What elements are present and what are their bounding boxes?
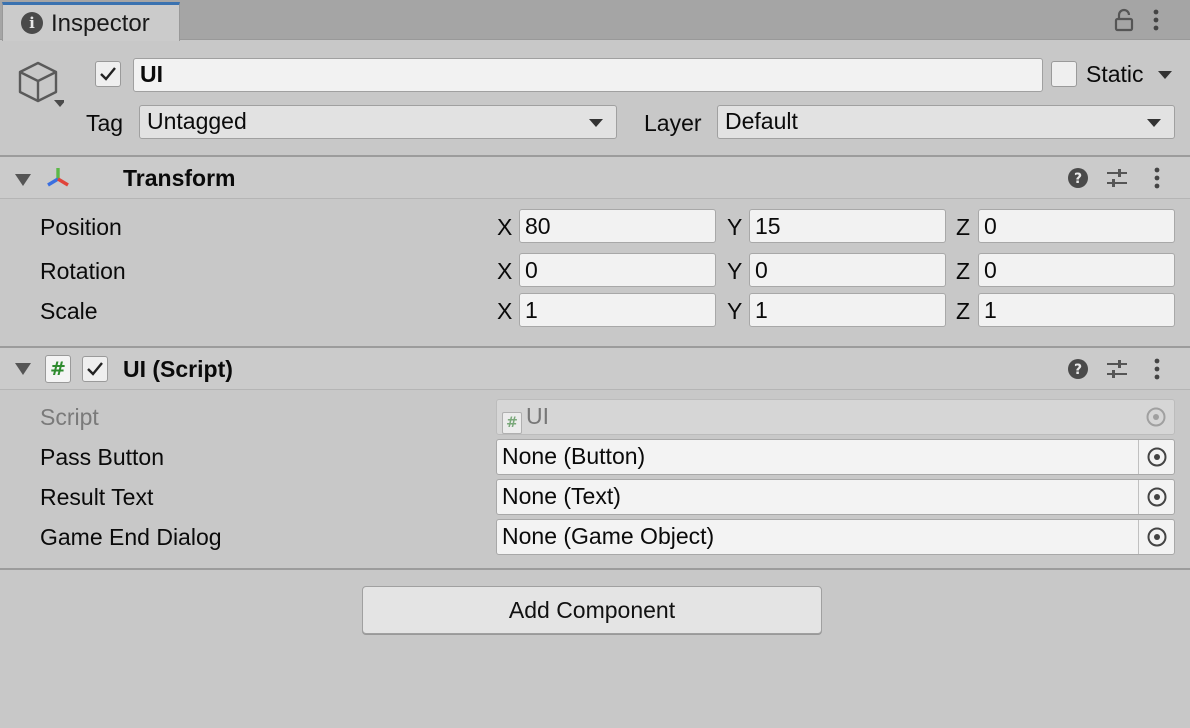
static-label: Static [1086, 61, 1144, 87]
rotation-y-input[interactable]: 0 [749, 253, 946, 287]
script-enabled-checkbox[interactable] [82, 356, 108, 382]
target-picker-icon [1147, 487, 1167, 507]
static-dropdown-arrow-icon[interactable] [1157, 70, 1173, 80]
script-hash-icon: # [45, 355, 71, 383]
active-checkbox[interactable] [95, 61, 121, 87]
target-picker-icon [1147, 527, 1167, 547]
object-name-input[interactable]: UI [133, 58, 1043, 92]
target-picker-icon [1146, 407, 1166, 427]
script-field: # UI [496, 399, 1175, 435]
game-end-dialog-value: None (Game Object) [502, 523, 715, 549]
axis-z-label[interactable]: Z [956, 214, 970, 241]
add-component-button[interactable]: Add Component [362, 586, 822, 634]
layer-value: Default [725, 108, 798, 134]
game-end-dialog-field[interactable]: None (Game Object) [496, 519, 1175, 555]
position-x-input[interactable]: 80 [519, 209, 716, 243]
script-component-title: UI (Script) [123, 356, 233, 382]
axis-x-label[interactable]: X [497, 214, 512, 241]
object-picker [1138, 400, 1174, 434]
gameobject-cube-icon[interactable] [12, 58, 64, 114]
scale-x-input[interactable]: 1 [519, 293, 716, 327]
pass-button-label: Pass Button [40, 444, 165, 470]
axis-x-label[interactable]: X [497, 298, 512, 325]
game-end-dialog-label: Game End Dialog [40, 524, 222, 550]
position-z-input[interactable]: 0 [978, 209, 1175, 243]
pass-button-value: None (Button) [502, 443, 646, 469]
preset-sliders-icon[interactable] [1106, 358, 1128, 380]
position-y-input[interactable]: 15 [749, 209, 946, 243]
target-picker-icon [1147, 447, 1167, 467]
axis-x-label[interactable]: X [497, 258, 512, 285]
more-vertical-icon[interactable] [1150, 166, 1164, 190]
preset-sliders-icon[interactable] [1106, 167, 1128, 189]
svg-text:?: ? [1074, 362, 1082, 378]
pass-button-field[interactable]: None (Button) [496, 439, 1175, 475]
divider [0, 568, 1190, 570]
axis-y-label[interactable]: Y [727, 258, 742, 285]
checkmark-icon [100, 67, 116, 81]
foldout-triangle-icon[interactable] [14, 173, 32, 187]
scale-y-input[interactable]: 1 [749, 293, 946, 327]
static-checkbox[interactable] [1051, 61, 1077, 87]
lock-icon[interactable] [1113, 8, 1135, 32]
object-picker-button[interactable] [1138, 480, 1174, 514]
help-icon[interactable]: ? [1067, 358, 1089, 380]
script-component-header[interactable]: # UI (Script) ? [0, 348, 1190, 390]
scale-z-input[interactable]: 1 [978, 293, 1175, 327]
script-hash-icon: # [502, 412, 522, 434]
script-value: UI [526, 403, 549, 429]
axis-y-label[interactable]: Y [727, 298, 742, 325]
help-icon[interactable]: ? [1067, 167, 1089, 189]
scale-label: Scale [40, 298, 98, 324]
object-picker-button[interactable] [1138, 440, 1174, 474]
result-text-value: None (Text) [502, 483, 621, 509]
chevron-down-icon [589, 119, 603, 127]
object-picker-button[interactable] [1138, 520, 1174, 554]
result-text-field[interactable]: None (Text) [496, 479, 1175, 515]
chevron-down-icon [1147, 119, 1161, 127]
result-text-label: Result Text [40, 484, 154, 510]
more-vertical-icon[interactable] [1148, 8, 1164, 32]
tab-label: Inspector [51, 10, 150, 37]
info-icon: i [21, 12, 43, 34]
axis-z-label[interactable]: Z [956, 298, 970, 325]
tag-value: Untagged [147, 108, 247, 134]
script-label: Script [40, 404, 99, 430]
foldout-triangle-icon[interactable] [14, 362, 32, 376]
layer-label: Layer [644, 110, 702, 136]
checkmark-icon [87, 362, 103, 376]
layer-dropdown[interactable]: Default [717, 105, 1175, 139]
svg-text:?: ? [1074, 171, 1082, 187]
tag-dropdown[interactable]: Untagged [139, 105, 617, 139]
transform-title: Transform [123, 165, 236, 191]
transform-header[interactable]: Transform ? [0, 157, 1190, 199]
axis-z-label[interactable]: Z [956, 258, 970, 285]
tab-inspector[interactable]: i Inspector [2, 2, 180, 41]
more-vertical-icon[interactable] [1150, 357, 1164, 381]
transform-axes-icon [47, 168, 69, 187]
position-label: Position [40, 214, 122, 240]
axis-y-label[interactable]: Y [727, 214, 742, 241]
rotation-label: Rotation [40, 258, 126, 284]
rotation-z-input[interactable]: 0 [978, 253, 1175, 287]
tag-label: Tag [86, 110, 124, 136]
rotation-x-input[interactable]: 0 [519, 253, 716, 287]
